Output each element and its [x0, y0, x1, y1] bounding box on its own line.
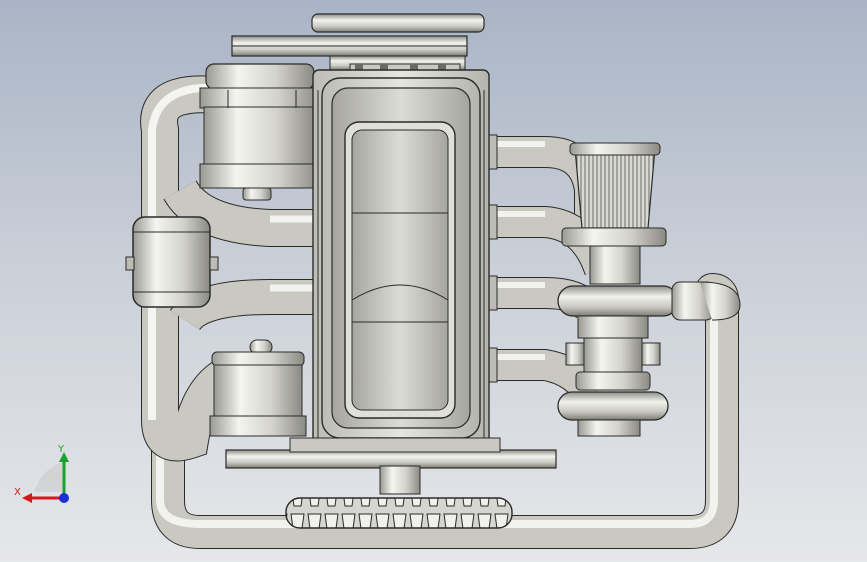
y-axis-label: Y — [57, 444, 65, 455]
oil-filter-cylinder[interactable] — [199, 63, 321, 201]
engine-block[interactable] — [312, 69, 490, 447]
engine-model[interactable] — [0, 0, 867, 562]
fuel-filter-canister[interactable] — [209, 339, 307, 437]
x-axis-label: X — [14, 487, 21, 498]
flywheel-gear[interactable] — [285, 497, 513, 529]
view-orientation-triad[interactable]: Y X — [14, 440, 84, 510]
z-axis-dot — [59, 493, 69, 503]
manifold-collector[interactable] — [132, 216, 211, 308]
cad-viewport[interactable]: Y X — [0, 0, 867, 562]
mounting-base[interactable] — [225, 437, 557, 495]
